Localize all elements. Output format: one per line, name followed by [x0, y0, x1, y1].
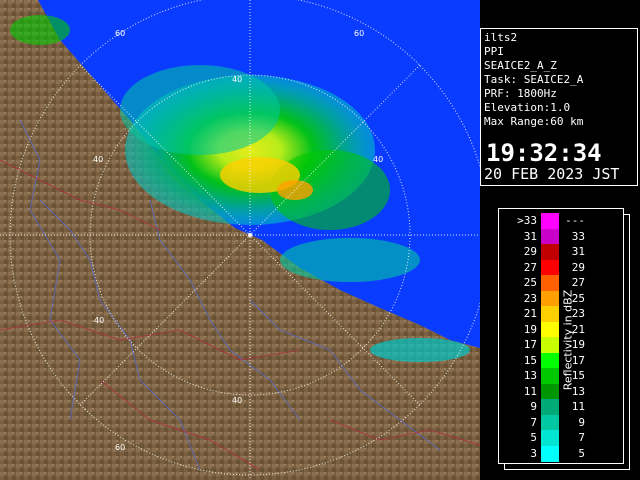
- legend-row: 31 33: [499, 228, 619, 245]
- legend-lower-value: 13: [523, 369, 537, 382]
- legend-upper-value: 9: [578, 415, 585, 429]
- radar-name: ilts2: [484, 31, 518, 44]
- legend-row: 57: [499, 430, 619, 446]
- legend-swatch: [541, 352, 559, 369]
- legend-upper-value: 7: [578, 431, 585, 444]
- legend-row: 27 29: [499, 259, 619, 276]
- legend-row: 23 25: [499, 290, 619, 307]
- legend-lower-value: 7: [530, 415, 537, 429]
- legend-lower-value: 11: [523, 384, 537, 398]
- legend-lower-value: 23: [523, 291, 537, 305]
- elevation-value: Elevation:1.0: [484, 101, 571, 114]
- legend-row: 17 19: [499, 337, 619, 353]
- prf-value: PRF: 1800Hz: [484, 87, 557, 100]
- legend-upper-value: 29: [571, 260, 585, 274]
- radar-site-marker: [248, 233, 252, 237]
- legend-upper-value: 11: [571, 400, 585, 413]
- legend-row: 35: [499, 445, 619, 462]
- legend-lower-value: 9: [530, 400, 537, 413]
- ring-label: 40: [93, 155, 103, 164]
- legend-swatch: [541, 259, 559, 276]
- observation-date: 20 FEB 2023 JST: [484, 165, 620, 183]
- ring-label: 60: [115, 29, 125, 38]
- legend-row: 15 17: [499, 352, 619, 369]
- legend-swatch: [541, 306, 559, 322]
- legend-row: 13 15: [499, 368, 619, 384]
- legend-lower-value: 19: [523, 322, 537, 336]
- legend-swatch: [541, 399, 559, 415]
- legend-lower-value: 27: [523, 260, 537, 274]
- legend-upper-value: 5: [578, 446, 585, 460]
- legend-upper-value: ---: [565, 214, 585, 227]
- legend-row: 79: [499, 414, 619, 431]
- legend-lower-value: 31: [523, 229, 537, 243]
- scan-mode: PPI: [484, 45, 504, 58]
- legend-row: 21 23: [499, 306, 619, 322]
- radar-ppi-map: 60 40 40 60 40 40 40 60: [0, 0, 480, 480]
- task-name: Task: SEAICE2_A: [484, 73, 584, 86]
- legend-lower-value: 29: [523, 245, 537, 258]
- legend-swatch: [541, 414, 559, 431]
- legend-swatch: [541, 430, 559, 446]
- legend-lower-value: 5: [530, 431, 537, 444]
- legend-row: 25 27: [499, 275, 619, 291]
- info-panel: ilts2 PPI SEAICE2_A_Z Task: SEAICE2_A PR…: [480, 28, 638, 186]
- legend-swatch: [541, 337, 559, 353]
- legend-row: 19 21: [499, 321, 619, 338]
- legend-swatch: [541, 228, 559, 245]
- legend-swatch: [541, 368, 559, 384]
- legend-swatch: [541, 445, 559, 462]
- legend-title: Reflectivity in dBZ: [561, 289, 575, 391]
- legend-lower-value: 15: [523, 353, 537, 367]
- max-range-value: Max Range:60 km: [484, 115, 584, 128]
- observation-time: 19:32:34: [486, 139, 602, 167]
- legend-swatch: [541, 383, 559, 400]
- legend-swatch: [541, 321, 559, 338]
- legend-row: 9 11: [499, 399, 619, 415]
- ring-label: 40: [373, 155, 383, 164]
- legend-upper-value: 31: [571, 245, 585, 258]
- ring-label: 40: [232, 396, 242, 405]
- ring-label: 40: [232, 75, 242, 84]
- legend-lower-value: 25: [523, 276, 537, 289]
- legend-row: 29 31: [499, 244, 619, 260]
- legend-lower-value: >33: [517, 214, 537, 227]
- legend-row: >33 ---: [499, 213, 619, 229]
- legend-swatch: [541, 213, 559, 229]
- legend-swatch: [541, 290, 559, 307]
- legend-swatch: [541, 244, 559, 260]
- product-name: SEAICE2_A_Z: [484, 59, 557, 72]
- ring-label: 60: [115, 443, 125, 452]
- legend-row: 11 13: [499, 383, 619, 400]
- legend-swatch: [541, 275, 559, 291]
- legend-lower-value: 17: [523, 338, 537, 351]
- legend-upper-value: 33: [571, 229, 585, 243]
- ring-label: 60: [354, 29, 364, 38]
- legend-lower-value: 3: [530, 446, 537, 460]
- ring-label: 40: [94, 316, 104, 325]
- legend-lower-value: 21: [523, 307, 537, 320]
